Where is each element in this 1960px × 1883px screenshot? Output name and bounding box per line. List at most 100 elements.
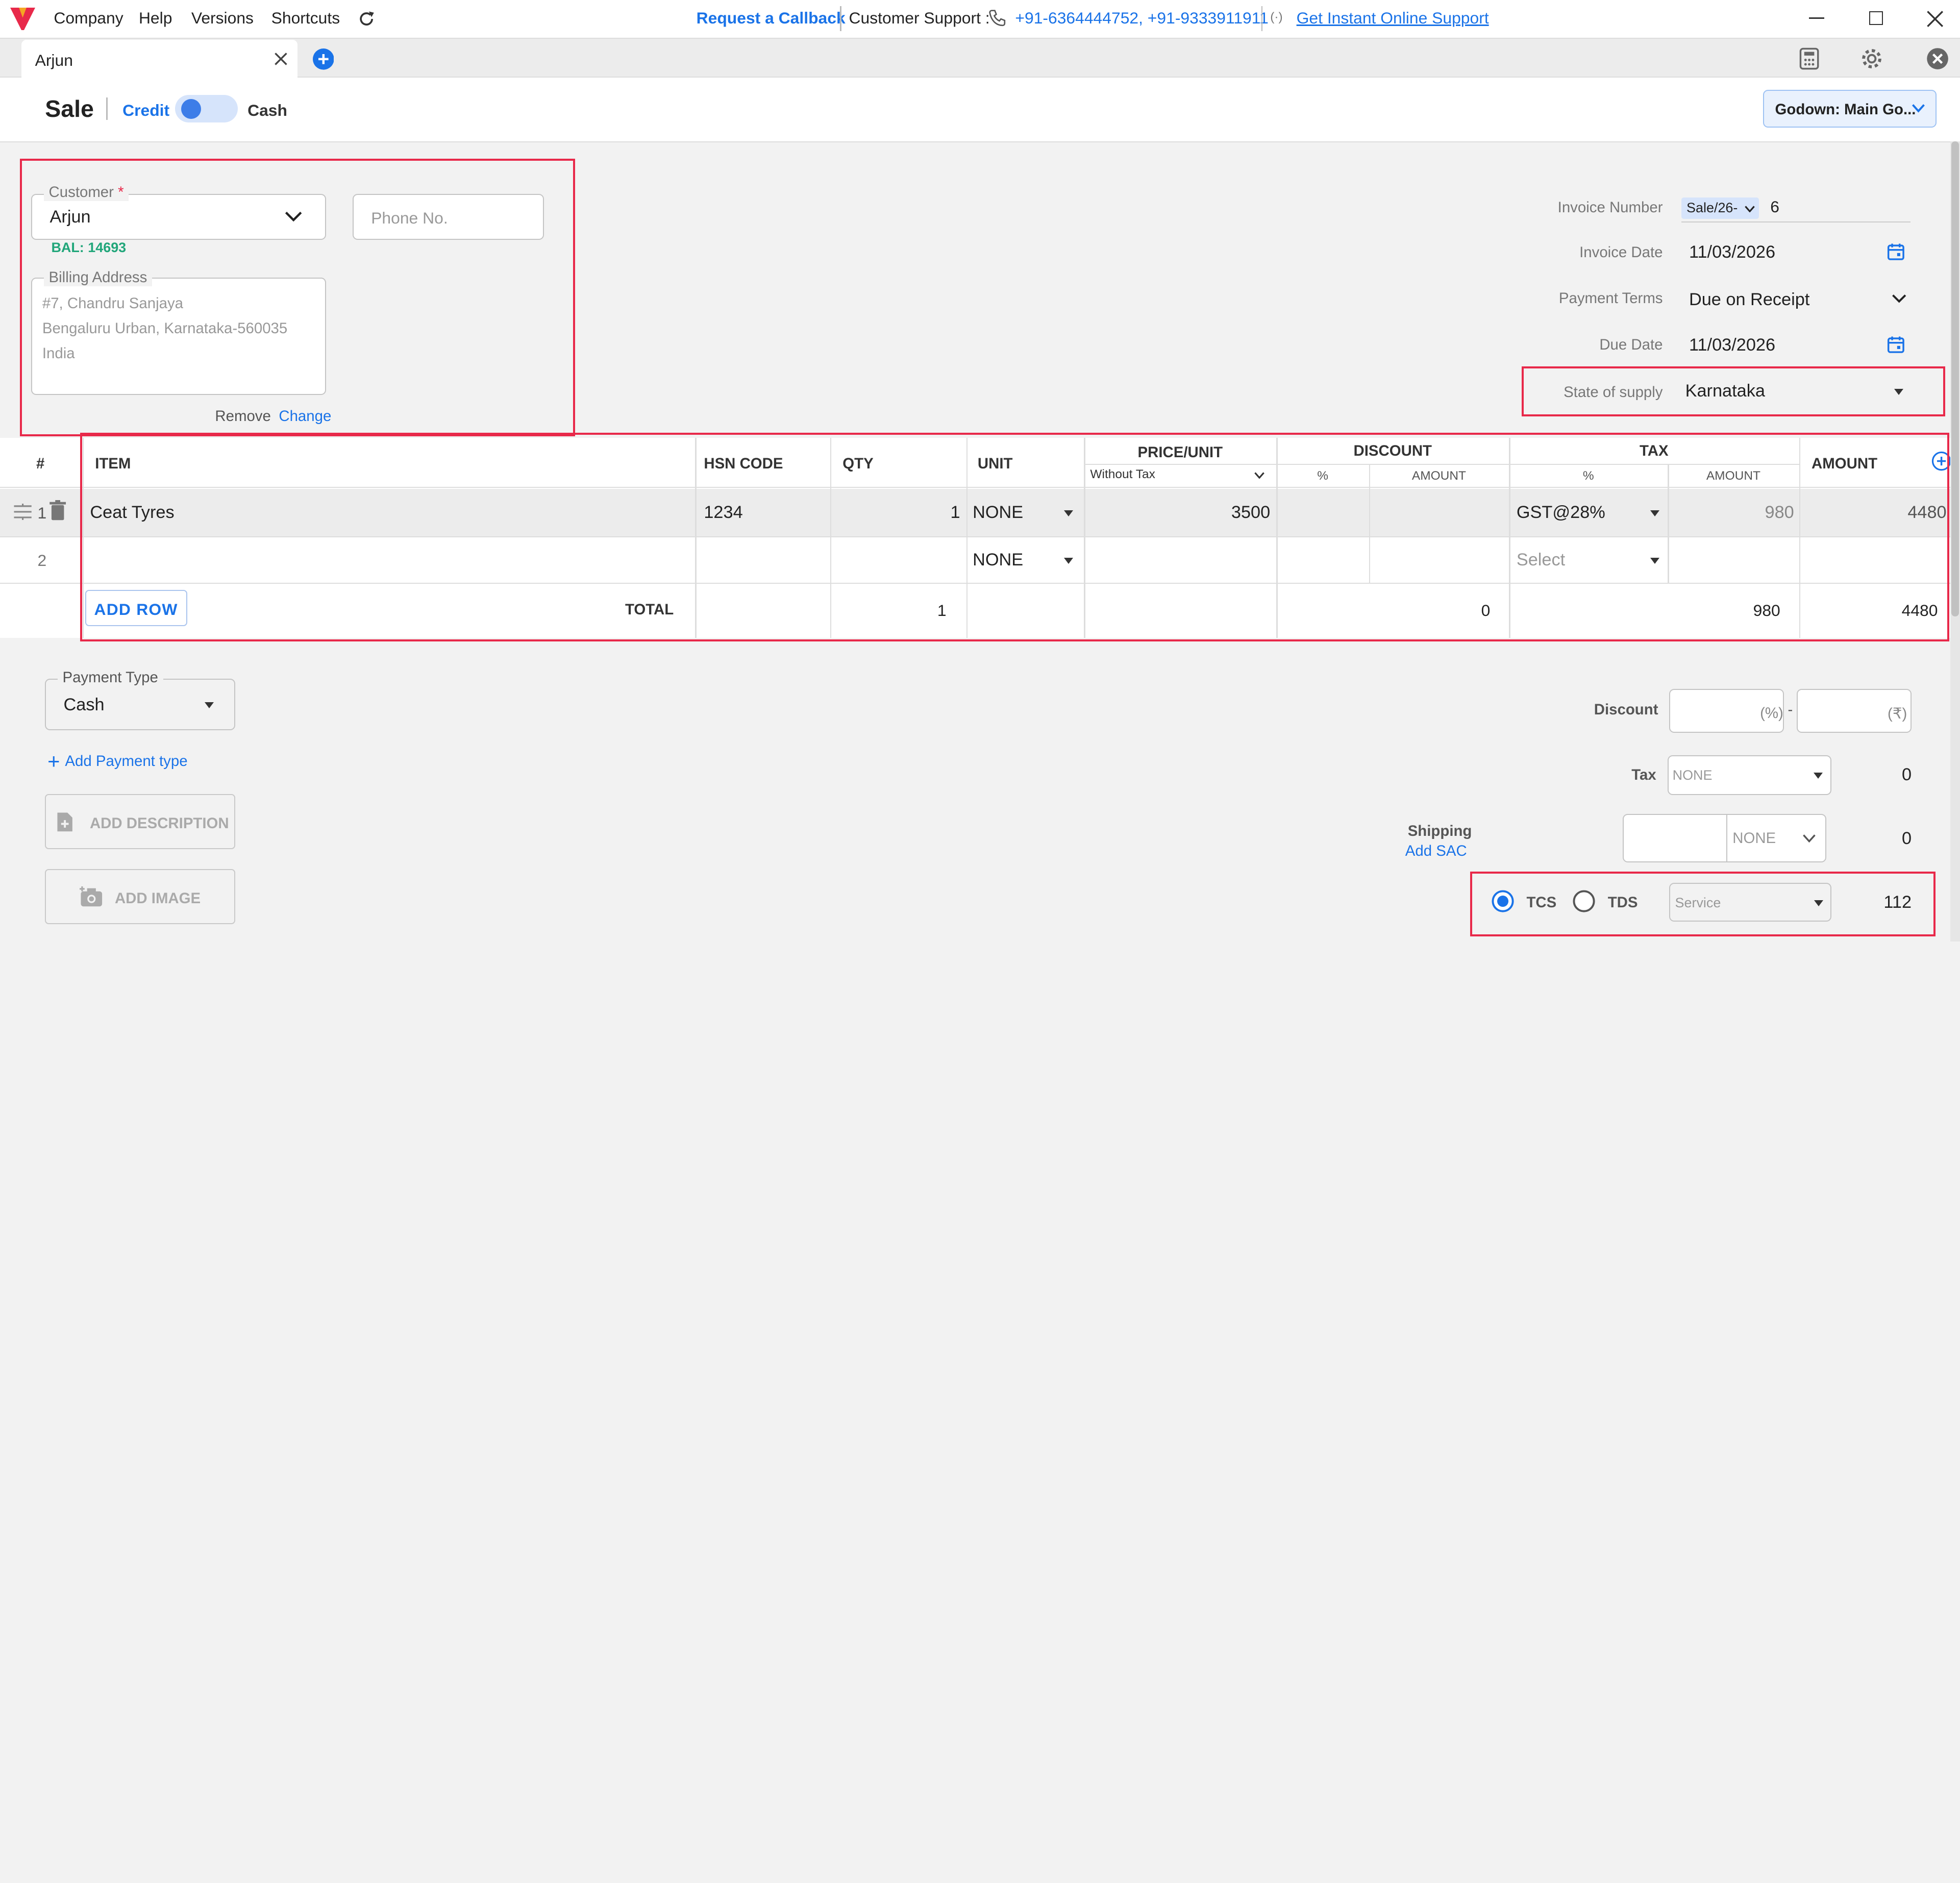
scrollbar-thumb[interactable] bbox=[1951, 141, 1959, 616]
menu-versions[interactable]: Versions bbox=[191, 9, 254, 28]
customer-label: Customer * bbox=[43, 184, 129, 202]
tds-label: TDS bbox=[1607, 894, 1638, 911]
customer-value: Arjun bbox=[49, 207, 91, 227]
support-phones[interactable]: +91-6364444752, +91-9333911911 bbox=[1015, 9, 1268, 28]
gear-icon[interactable] bbox=[1860, 47, 1883, 70]
menu-company[interactable]: Company bbox=[54, 9, 123, 28]
invoice-prefix-select[interactable]: Sale/26- bbox=[1681, 197, 1759, 219]
tab-label: Arjun bbox=[35, 51, 73, 69]
toggle-knob bbox=[181, 98, 202, 119]
discount-label: Discount bbox=[1594, 701, 1658, 718]
sale-header: Sale Credit Cash Godown: Main Go... bbox=[0, 77, 1960, 143]
billing-address-label: Billing Address bbox=[43, 268, 153, 286]
payment-type-select[interactable]: Cash bbox=[45, 679, 235, 730]
document-icon bbox=[57, 812, 72, 831]
caret-down-icon[interactable] bbox=[1894, 388, 1903, 395]
billing-address-text: #7, Chandru Sanjaya Bengaluru Urban, Kar… bbox=[42, 295, 288, 362]
shipping-tax-select[interactable]: NONE bbox=[1732, 830, 1776, 847]
calendar-icon[interactable] bbox=[1887, 335, 1905, 354]
close-tab-icon[interactable] bbox=[274, 52, 288, 66]
invoice-number[interactable]: 6 bbox=[1770, 197, 1779, 216]
drag-handle-icon[interactable] bbox=[13, 504, 33, 521]
tab-arjun[interactable]: Arjun bbox=[21, 39, 298, 79]
refresh-icon[interactable] bbox=[358, 10, 375, 28]
state-of-supply-label: State of supply bbox=[1564, 384, 1663, 401]
shipping-label: Shipping bbox=[1407, 823, 1472, 840]
invoice-date-value[interactable]: 11/03/2026 bbox=[1689, 242, 1775, 262]
divider bbox=[840, 6, 841, 32]
due-date-value[interactable]: 11/03/2026 bbox=[1689, 335, 1775, 355]
tcs-type-value: Service bbox=[1675, 895, 1721, 910]
request-callback-link[interactable]: Request a Callback bbox=[697, 9, 846, 28]
balance-text: BAL: 14693 bbox=[51, 240, 127, 256]
chevron-down-icon[interactable] bbox=[1802, 834, 1816, 843]
divider bbox=[1726, 814, 1728, 861]
caret-down-icon bbox=[205, 702, 214, 709]
scrollbar-track[interactable] bbox=[1950, 141, 1960, 942]
support-label: Customer Support : bbox=[849, 9, 990, 28]
row-number: 1 bbox=[37, 504, 47, 523]
add-image-button[interactable]: ADD IMAGE bbox=[45, 869, 235, 924]
chevron-down-icon bbox=[285, 211, 302, 221]
caret-down-icon bbox=[1814, 900, 1823, 906]
credit-label[interactable]: Credit bbox=[122, 101, 169, 120]
invoice-number-label: Invoice Number bbox=[1557, 199, 1663, 216]
close-window-icon[interactable] bbox=[1926, 10, 1944, 28]
vyapar-logo-icon bbox=[10, 7, 35, 30]
minimize-icon[interactable] bbox=[1809, 17, 1824, 19]
chevron-down-icon bbox=[1912, 104, 1925, 113]
menu-help[interactable]: Help bbox=[139, 9, 172, 28]
tcs-amount: 112 bbox=[1883, 893, 1912, 912]
godown-select[interactable]: Godown: Main Go... bbox=[1763, 90, 1937, 128]
add-description-label: ADD DESCRIPTION bbox=[89, 814, 229, 832]
add-sac-link[interactable]: Add SAC bbox=[1405, 843, 1467, 860]
billing-address-field[interactable]: #7, Chandru Sanjaya Bengaluru Urban, Kar… bbox=[31, 277, 327, 395]
delete-icon[interactable] bbox=[49, 500, 66, 522]
state-of-supply-value[interactable]: Karnataka bbox=[1685, 381, 1765, 401]
row-number: 2 bbox=[37, 551, 47, 570]
shipping-amount: 0 bbox=[1901, 829, 1912, 849]
credit-cash-toggle[interactable] bbox=[175, 95, 238, 123]
add-description-button[interactable]: ADD DESCRIPTION bbox=[45, 794, 235, 849]
menu-shortcuts[interactable]: Shortcuts bbox=[271, 9, 340, 28]
change-address-link[interactable]: Change bbox=[279, 408, 331, 425]
tds-radio[interactable] bbox=[1573, 890, 1595, 912]
items-table-highlight bbox=[80, 432, 1949, 641]
divider bbox=[106, 97, 108, 120]
add-image-label: ADD IMAGE bbox=[114, 889, 201, 907]
sale-page: Company Help Versions Shortcuts Request … bbox=[0, 0, 1960, 942]
tcs-radio[interactable] bbox=[1492, 890, 1514, 912]
page-title: Sale bbox=[45, 95, 94, 122]
plus-icon: + bbox=[47, 749, 60, 773]
tax-select[interactable]: NONE bbox=[1668, 755, 1832, 796]
tcs-label: TCS bbox=[1526, 894, 1557, 911]
payment-terms-label: Payment Terms bbox=[1558, 290, 1663, 307]
chevron-down-icon bbox=[1745, 206, 1755, 213]
remove-address-link[interactable]: Remove bbox=[215, 408, 270, 425]
shipping-input[interactable]: NONE bbox=[1623, 813, 1827, 863]
tax-amount: 0 bbox=[1901, 765, 1912, 785]
calendar-icon[interactable] bbox=[1887, 242, 1905, 261]
online-support-link[interactable]: Get Instant Online Support bbox=[1297, 9, 1489, 28]
restore-icon[interactable] bbox=[1869, 11, 1883, 25]
calculator-icon[interactable] bbox=[1799, 47, 1819, 70]
discount-percent-input[interactable]: (%) bbox=[1669, 688, 1784, 733]
close-form-icon[interactable] bbox=[1926, 47, 1949, 70]
discount-amount-input[interactable]: (₹) bbox=[1796, 688, 1912, 733]
payment-type-value: Cash bbox=[63, 695, 105, 714]
rupee-suffix: (₹) bbox=[1888, 705, 1907, 723]
chevron-down-icon[interactable] bbox=[1892, 294, 1906, 304]
cash-label[interactable]: Cash bbox=[247, 101, 287, 120]
tcs-type-select[interactable]: Service bbox=[1669, 882, 1832, 922]
percent-suffix: (%) bbox=[1760, 705, 1783, 722]
tax-select-value: NONE bbox=[1672, 767, 1713, 783]
add-tab-icon[interactable] bbox=[312, 48, 334, 70]
discount-dash: - bbox=[1788, 701, 1793, 718]
menu-bar: Company Help Versions Shortcuts Request … bbox=[0, 0, 1960, 38]
divider bbox=[1261, 6, 1263, 32]
phone-field[interactable]: Phone No. bbox=[352, 193, 544, 240]
payment-terms-value[interactable]: Due on Receipt bbox=[1689, 290, 1809, 310]
col-num: # bbox=[36, 455, 45, 472]
invoice-date-label: Invoice Date bbox=[1579, 243, 1663, 261]
tab-strip: Arjun bbox=[0, 37, 1960, 79]
